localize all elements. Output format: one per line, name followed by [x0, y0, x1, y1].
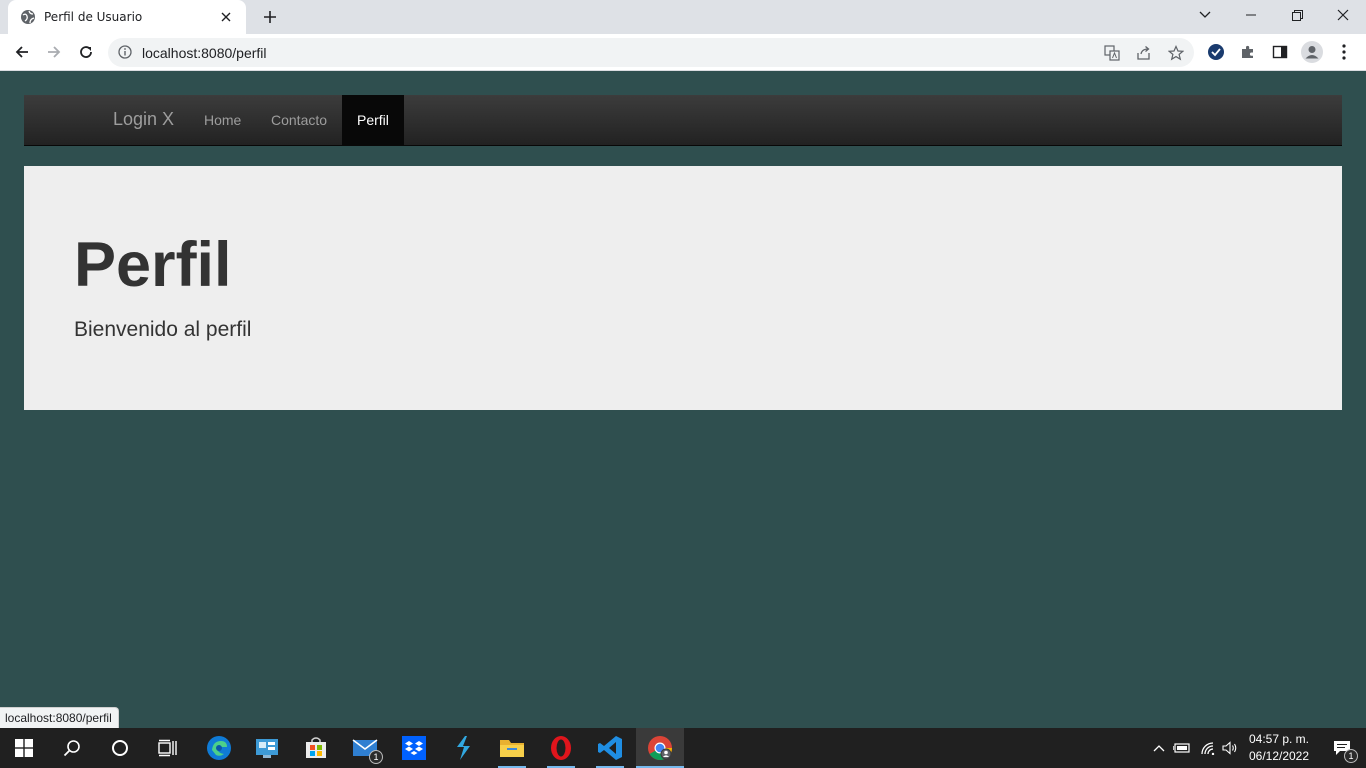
opera-icon[interactable] [537, 728, 585, 768]
task-view-icon[interactable] [144, 728, 192, 768]
clock-date: 06/12/2022 [1248, 749, 1310, 763]
forward-button[interactable] [40, 38, 68, 66]
restore-button[interactable] [1274, 0, 1320, 30]
tab-strip: Perfil de Usuario [0, 0, 1366, 34]
system-clock[interactable]: 04:57 p. m. 06/12/2022 [1240, 731, 1318, 765]
translate-icon[interactable] [1102, 43, 1122, 63]
close-window-button[interactable] [1320, 0, 1366, 30]
notifications-icon[interactable]: 1 [1318, 728, 1366, 768]
reload-button[interactable] [72, 38, 100, 66]
taskbar: 1 04:57 p. m. 06/12/2022 1 [0, 728, 1366, 768]
browser-toolbar: localhost:8080/perfil [0, 34, 1366, 71]
navbar-brand[interactable]: Login X [113, 109, 174, 130]
volume-icon[interactable] [1220, 738, 1240, 758]
cortana-icon[interactable] [96, 728, 144, 768]
menu-kebab-icon[interactable] [1330, 38, 1358, 66]
site-info-icon[interactable] [116, 43, 134, 61]
share-icon[interactable] [1134, 43, 1154, 63]
profile-avatar[interactable] [1298, 38, 1326, 66]
new-tab-button[interactable] [258, 6, 282, 28]
extensions-puzzle-icon[interactable] [1234, 38, 1262, 66]
site-navbar: Login X Home Contacto Perfil [24, 95, 1342, 146]
dropbox-icon[interactable] [390, 728, 438, 768]
clock-time: 04:57 p. m. [1248, 732, 1310, 746]
address-bar[interactable]: localhost:8080/perfil [108, 38, 1194, 67]
nav-link-perfil[interactable]: Perfil [342, 95, 404, 145]
page-title: Perfil [74, 230, 232, 300]
browser-tab[interactable]: Perfil de Usuario [8, 0, 246, 34]
url-text: localhost:8080/perfil [142, 45, 267, 61]
bookmark-star-icon[interactable] [1166, 43, 1186, 63]
notifications-badge: 1 [1344, 749, 1358, 763]
control-panel-icon[interactable] [243, 728, 291, 768]
welcome-text: Bienvenido al perfil [74, 318, 252, 341]
tab-search-button[interactable] [1182, 0, 1228, 30]
store-icon[interactable] [292, 728, 340, 768]
vscode-icon[interactable] [586, 728, 634, 768]
link-status-bubble: localhost:8080/perfil [0, 707, 119, 728]
file-explorer-icon[interactable] [488, 728, 536, 768]
minimize-button[interactable] [1228, 0, 1274, 30]
tab-title: Perfil de Usuario [44, 10, 143, 24]
extension-check-icon[interactable] [1202, 38, 1230, 66]
edge-icon[interactable] [195, 728, 243, 768]
visual-studio-icon[interactable] [439, 728, 487, 768]
wifi-icon[interactable] [1198, 738, 1218, 758]
side-panel-icon[interactable] [1266, 38, 1294, 66]
battery-icon[interactable] [1172, 738, 1192, 758]
close-tab-icon[interactable] [216, 7, 236, 27]
chrome-icon[interactable] [636, 728, 684, 768]
windows-start-icon[interactable] [0, 728, 48, 768]
mail-badge: 1 [369, 750, 383, 764]
search-icon[interactable] [48, 728, 96, 768]
nav-link-contacto[interactable]: Contacto [256, 95, 342, 145]
mail-icon[interactable]: 1 [341, 728, 389, 768]
jumbotron: Perfil Bienvenido al perfil [24, 166, 1342, 410]
show-hidden-icons-chevron-up-icon[interactable] [1149, 738, 1169, 758]
nav-link-home[interactable]: Home [189, 95, 256, 145]
back-button[interactable] [8, 38, 36, 66]
globe-icon [20, 9, 36, 25]
